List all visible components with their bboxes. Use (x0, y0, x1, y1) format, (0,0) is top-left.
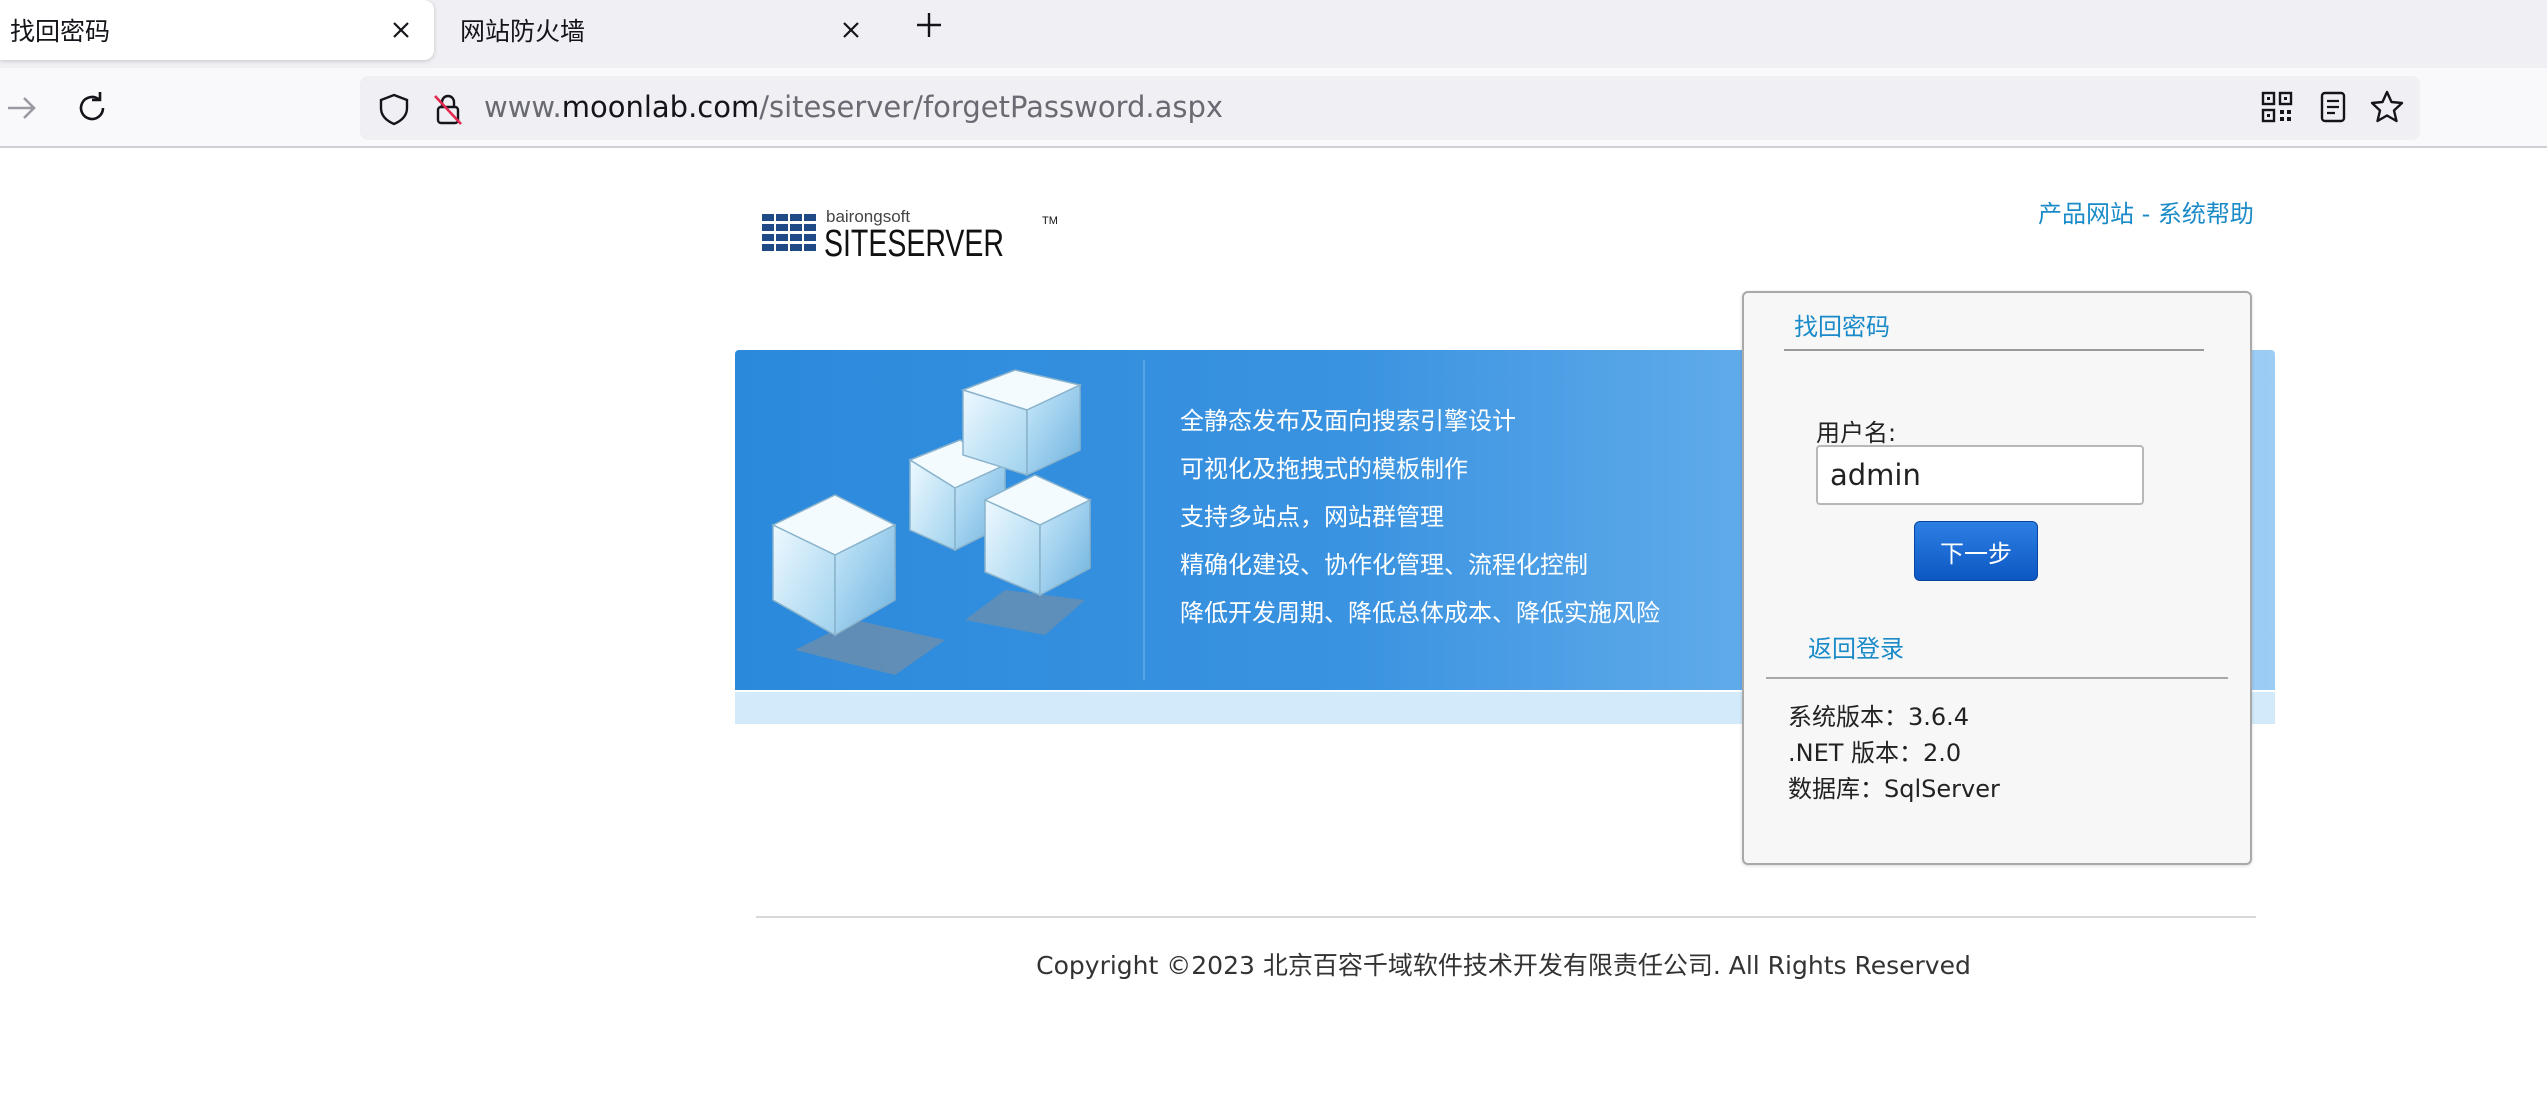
close-tab-icon[interactable] (836, 15, 866, 45)
logo-tm: TM (1042, 215, 1058, 227)
system-info: 系统版本：3.6.4 .NET 版本：2.0 数据库：SqlServer (1788, 699, 2000, 807)
feature-list: 全静态发布及面向搜索引擎设计 可视化及拖拽式的模板制作 支持多站点，网站群管理 … (1180, 405, 1660, 645)
panel-title: 找回密码 (1794, 313, 1890, 341)
footer-divider (756, 916, 2256, 918)
system-help-link[interactable]: 系统帮助 (2158, 200, 2254, 228)
feature-item: 精确化建设、协作化管理、流程化控制 (1180, 551, 1588, 579)
forward-icon[interactable] (2, 88, 42, 128)
dotnet-version: .NET 版本：2.0 (1788, 739, 1962, 767)
tab-forget-password[interactable]: 找回密码 (0, 0, 434, 60)
siteserver-logo: bairongsoft SITESERVER TM (762, 207, 1058, 265)
logo-brand: SITESERVER (824, 223, 1004, 265)
next-step-button[interactable]: 下一步 (1914, 521, 2038, 581)
url-path: /siteserver/forgetPassword.aspx (759, 90, 1224, 124)
tab-title: 找回密码 (10, 17, 111, 46)
insecure-lock-icon[interactable] (430, 91, 466, 127)
divider (1784, 349, 2204, 351)
bookmark-star-icon[interactable] (2368, 88, 2406, 126)
new-tab-icon[interactable] (912, 8, 946, 42)
footer: Copyright ©2023 北京百容千域软件技术开发有限责任公司. All … (0, 946, 2547, 982)
banner-divider (1143, 360, 1145, 680)
system-version: 系统版本：3.6.4 (1788, 703, 1970, 731)
product-site-link[interactable]: 产品网站 (2038, 200, 2134, 228)
reload-icon[interactable] (72, 88, 112, 128)
database-type: 数据库：SqlServer (1788, 775, 2000, 803)
cubes-illustration (771, 369, 1092, 675)
top-links: 产品网站 - 系统帮助 (2038, 194, 2254, 229)
feature-item: 降低开发周期、降低总体成本、降低实施风险 (1180, 599, 1660, 627)
reader-view-icon[interactable] (2314, 88, 2352, 126)
divider (1766, 677, 2228, 679)
feature-item: 支持多站点，网站群管理 (1180, 503, 1444, 531)
url-host: moonlab.com (561, 90, 760, 124)
link-separator: - (2134, 200, 2158, 228)
url-prefix: www. (484, 90, 562, 124)
tab-title: 网站防火墙 (460, 17, 586, 46)
url-text[interactable]: www.moonlab.com/siteserver/forgetPasswor… (484, 90, 1223, 124)
close-tab-icon[interactable] (386, 15, 416, 45)
navigation-toolbar: www.moonlab.com/siteserver/forgetPasswor… (0, 68, 2547, 148)
shield-icon[interactable] (376, 91, 412, 127)
tab-firewall[interactable]: 网站防火墙 (434, 0, 884, 60)
back-to-login-link[interactable]: 返回登录 (1808, 629, 1904, 664)
username-label: 用户名: (1816, 419, 1897, 447)
username-input[interactable] (1816, 445, 2144, 505)
feature-item: 可视化及拖拽式的模板制作 (1180, 455, 1468, 483)
copyright-text: Copyright ©2023 北京百容千域软件技术开发有限责任公司. All … (1036, 951, 1971, 980)
qr-code-icon[interactable] (2258, 88, 2296, 126)
page-content: bairongsoft SITESERVER TM 产品网站 - 系统帮助 全静… (0, 150, 2547, 1093)
tab-bar: 找回密码 网站防火墙 (0, 0, 2547, 68)
feature-item: 全静态发布及面向搜索引擎设计 (1180, 407, 1516, 435)
address-bar[interactable]: www.moonlab.com/siteserver/forgetPasswor… (360, 76, 2420, 140)
forget-password-panel: 找回密码 用户名: 下一步 返回登录 系统版本：3.6.4 .NET 版本：2.… (1742, 291, 2252, 865)
